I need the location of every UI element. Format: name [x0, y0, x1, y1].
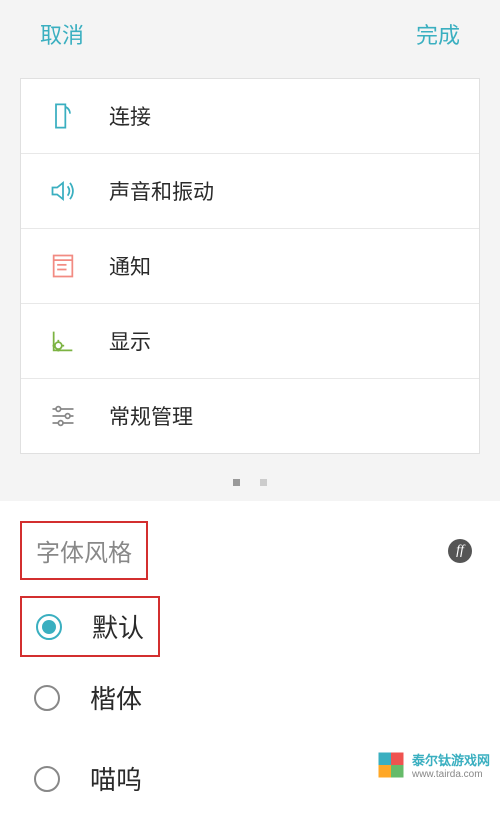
settings-label: 常规管理: [109, 401, 193, 431]
settings-item-connect[interactable]: 连接: [21, 79, 479, 154]
settings-item-general[interactable]: 常规管理: [21, 379, 479, 453]
font-option-label: 默认: [92, 608, 144, 645]
general-icon: [49, 402, 77, 430]
font-option-label: 喵呜: [90, 760, 142, 797]
radio[interactable]: [34, 685, 60, 711]
highlight-box-option: 默认: [20, 596, 160, 657]
watermark-line2: www.tairda.com: [412, 769, 490, 780]
display-icon: [49, 327, 77, 355]
settings-item-notification[interactable]: 通知: [21, 229, 479, 304]
cancel-button[interactable]: 取消: [40, 18, 84, 50]
font-option-kaiti[interactable]: 楷体: [20, 657, 480, 738]
watermark-text: 泰尔钛游戏网 www.tairda.com: [412, 750, 490, 780]
highlight-box: 字体风格: [20, 521, 148, 580]
settings-item-sound[interactable]: 声音和振动: [21, 154, 479, 229]
radio[interactable]: [34, 766, 60, 792]
pagination: [0, 464, 500, 501]
page-dot[interactable]: [260, 479, 267, 486]
notification-icon: [49, 252, 77, 280]
settings-label: 连接: [109, 101, 151, 131]
watermark-icon: [376, 750, 406, 780]
section-header: 字体风格 ff: [20, 501, 480, 588]
section-title: 字体风格: [36, 540, 132, 567]
settings-label: 通知: [109, 251, 151, 281]
settings-card: 连接 声音和振动 通知: [20, 78, 480, 454]
done-button[interactable]: 完成: [416, 18, 460, 50]
watermark-line1: 泰尔钛游戏网: [412, 750, 490, 769]
settings-label: 声音和振动: [109, 176, 214, 206]
connect-icon: [49, 102, 77, 130]
settings-label: 显示: [109, 326, 151, 356]
settings-item-display[interactable]: 显示: [21, 304, 479, 379]
watermark: 泰尔钛游戏网 www.tairda.com: [376, 750, 490, 780]
font-option-label: 楷体: [90, 679, 142, 716]
font-store-icon[interactable]: ff: [448, 539, 472, 563]
page-dot[interactable]: [233, 479, 240, 486]
radio-selected[interactable]: [36, 614, 62, 640]
sound-icon: [49, 177, 77, 205]
header: 取消 完成: [0, 0, 500, 68]
